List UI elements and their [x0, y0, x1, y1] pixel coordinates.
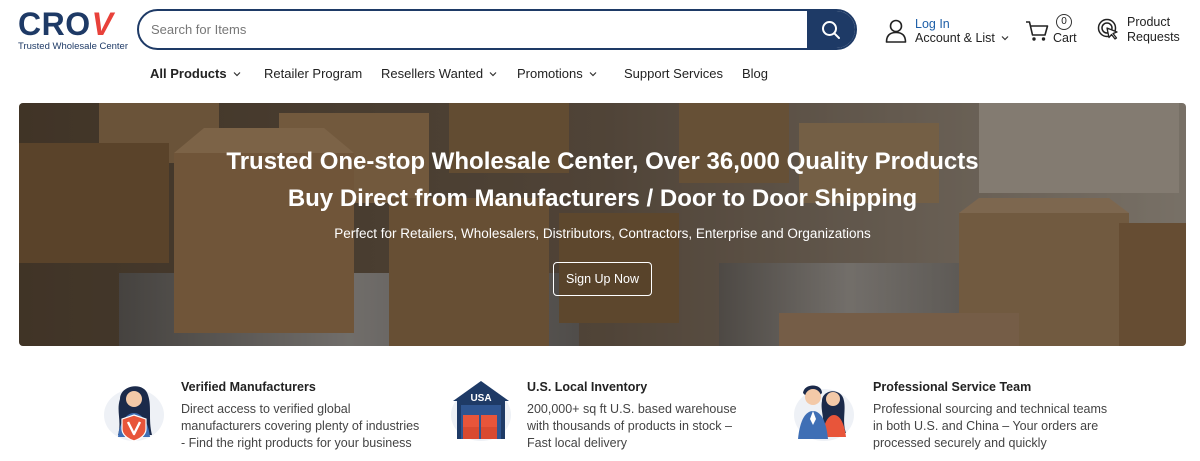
warehouse-icon-text: USA: [470, 393, 491, 404]
feature-us-local-inventory: USA U.S. Local Inventory 200,000+ sq ft …: [449, 375, 769, 455]
feature-title: Professional Service Team: [873, 380, 1032, 394]
nav-item-blog[interactable]: Blog: [742, 66, 768, 81]
feature-professional-service-team: Professional Service Team Professional s…: [792, 375, 1122, 455]
feature-verified-manufacturers: Verified Manufacturers Direct access to …: [102, 375, 432, 455]
product-request-icon: [1097, 18, 1118, 40]
logo-v: V: [91, 6, 114, 42]
logo-wordmark: CRO V: [18, 6, 124, 42]
chevron-down-icon: [589, 71, 597, 76]
product-requests-link[interactable]: Product Requests: [1097, 15, 1180, 47]
cart-label: Cart: [1053, 31, 1077, 45]
feature-title: U.S. Local Inventory: [527, 380, 648, 394]
account-menu[interactable]: Log In Account & List: [885, 15, 1009, 47]
hero-description: Perfect for Retailers, Wholesalers, Dist…: [334, 226, 871, 241]
feature-description: 200,000+ sq ft U.S. based warehouse with…: [527, 402, 737, 450]
chevron-down-icon: [489, 71, 497, 76]
nav-label: Blog: [742, 66, 769, 81]
nav-item-resellers-wanted[interactable]: Resellers Wanted: [381, 66, 497, 81]
nav-item-support-services[interactable]: Support Services: [624, 66, 723, 81]
nav-label: Support Services: [624, 66, 723, 81]
cart-count-badge: 0: [1056, 14, 1072, 30]
search-button[interactable]: [807, 11, 855, 48]
verified-manufacturer-icon: [104, 386, 164, 442]
nav-label: Retailer Program: [264, 66, 363, 81]
user-icon: [885, 19, 907, 43]
search-input[interactable]: [139, 11, 807, 48]
warehouse-icon: USA: [451, 381, 511, 441]
search-icon: [822, 20, 840, 39]
service-team-icon: [794, 385, 854, 441]
cart-button[interactable]: 0 Cart: [1025, 14, 1085, 48]
nav-item-retailer-program[interactable]: Retailer Program: [264, 66, 362, 81]
chevron-down-icon: [233, 71, 241, 76]
chevron-down-icon: [1001, 36, 1009, 41]
main-nav: All Products Retailer Program Resellers …: [0, 62, 1200, 86]
nav-label: Resellers Wanted: [381, 66, 484, 81]
nav-item-all-products[interactable]: All Products: [150, 66, 241, 81]
logo-word: CRO: [18, 6, 91, 42]
product-requests-line2: Requests: [1127, 30, 1180, 44]
search-bar: [137, 9, 857, 50]
hero-subtitle-bold: Buy Direct from Manufacturers / Door to …: [287, 185, 918, 212]
feature-title: Verified Manufacturers: [181, 380, 316, 394]
nav-label: All Products: [150, 66, 227, 81]
account-list-label: Account & List: [915, 31, 995, 45]
logo-tagline: Trusted Wholesale Center: [18, 41, 129, 52]
cart-icon: [1026, 21, 1049, 41]
feature-description: Professional sourcing and technical team…: [873, 402, 1108, 450]
nav-label: Promotions: [517, 66, 583, 81]
nav-item-promotions[interactable]: Promotions: [517, 66, 597, 81]
account-list-dropdown[interactable]: Account & List: [915, 31, 1009, 45]
feature-description: Direct access to verified global manufac…: [181, 402, 420, 450]
hero-banner: Trusted One-stop Wholesale Center, Over …: [19, 103, 1186, 346]
site-header: CROV Trusted Wholesale Center Log In Acc…: [0, 0, 1200, 58]
product-requests-line1: Product: [1127, 15, 1171, 29]
hero-title: Trusted One-stop Wholesale Center, Over …: [226, 148, 979, 175]
warehouse-boxes-background: [19, 103, 1186, 346]
sign-up-button[interactable]: Sign Up Now: [553, 262, 652, 296]
crov-logo[interactable]: CRO V Trusted Wholesale Center: [18, 6, 129, 53]
login-link[interactable]: Log In: [915, 17, 1009, 31]
